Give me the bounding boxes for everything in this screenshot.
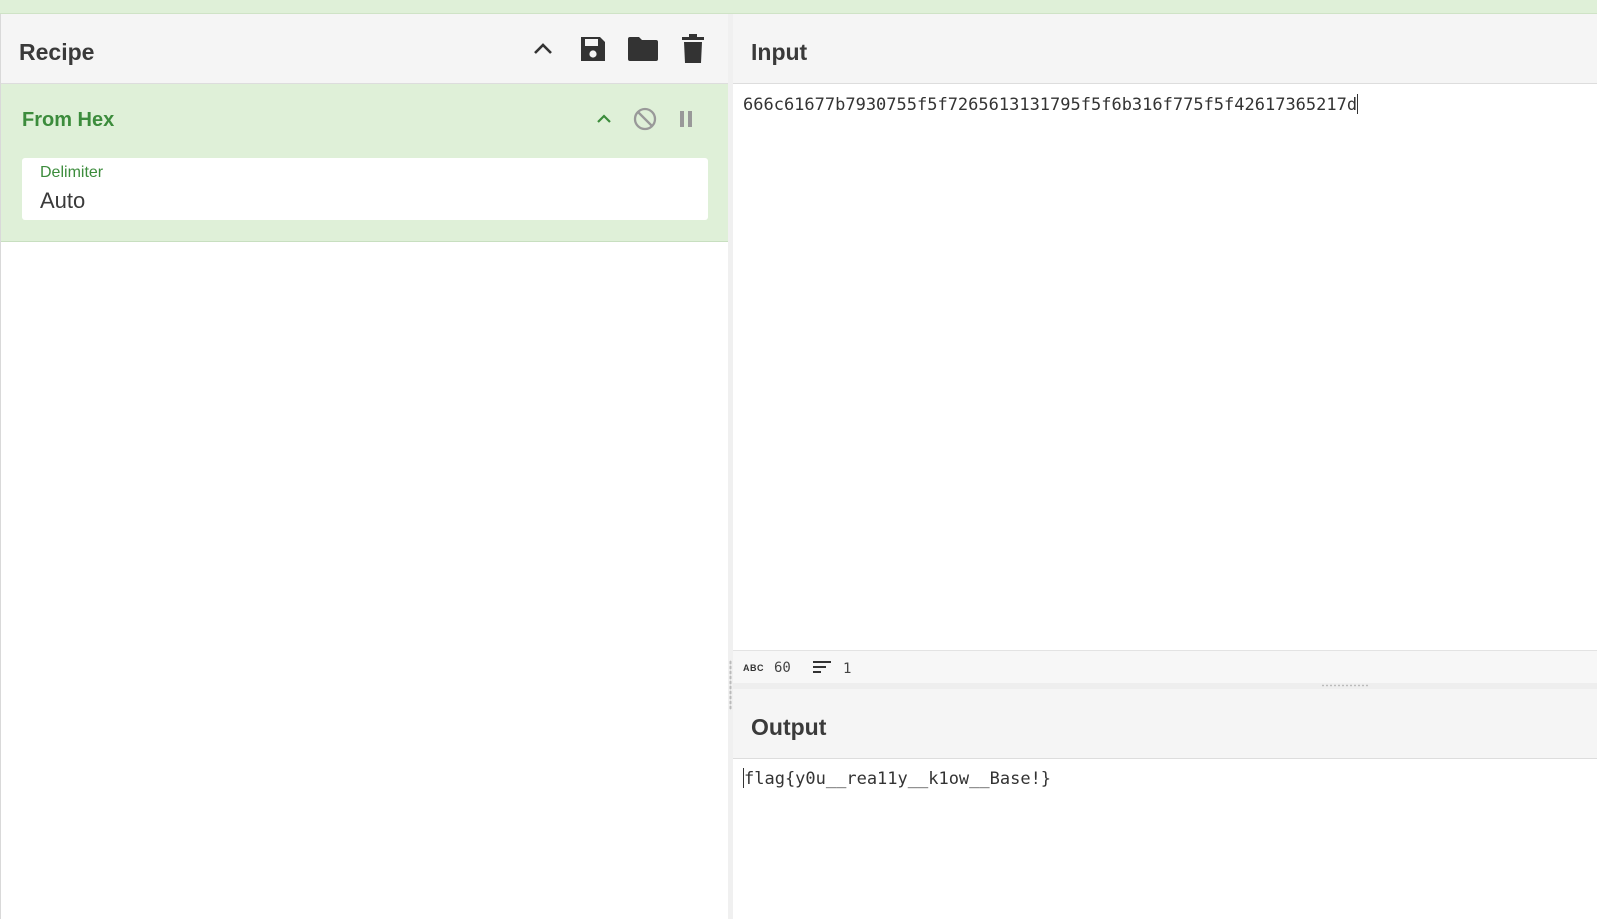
input-textarea[interactable]: 666c61677b7930755f5f7265613131795f5f6b31… xyxy=(743,94,1359,115)
delimiter-field[interactable]: Delimiter Auto xyxy=(22,158,708,220)
line-count: 1 xyxy=(813,660,851,678)
char-count: ABC 60 xyxy=(743,660,791,676)
text-caret xyxy=(1357,94,1359,114)
save-icon[interactable] xyxy=(577,33,609,65)
chevron-up-icon[interactable] xyxy=(527,33,559,65)
recipe-header: Recipe xyxy=(1,14,728,84)
delimiter-value[interactable]: Auto xyxy=(40,188,85,214)
input-title: Input xyxy=(751,39,808,65)
disable-icon[interactable] xyxy=(630,104,660,134)
folder-icon[interactable] xyxy=(627,33,659,65)
lines-icon xyxy=(813,660,831,678)
divider-handle[interactable] xyxy=(729,660,732,710)
char-count-value: 60 xyxy=(774,660,791,676)
io-divider-handle[interactable] xyxy=(1321,684,1369,687)
pause-icon[interactable] xyxy=(671,104,701,134)
output-textarea[interactable]: flag{y0u__rea11y__k1ow__Base!} xyxy=(743,768,1051,789)
input-status-bar: ABC 60 1 xyxy=(733,650,1597,685)
top-banner xyxy=(0,0,1597,14)
output-title: Output xyxy=(751,714,827,740)
input-pane: Input 666c61677b7930755f5f7265613131795f… xyxy=(733,14,1597,685)
chevron-up-icon[interactable] xyxy=(589,104,619,134)
delimiter-label: Delimiter xyxy=(40,164,104,181)
line-count-value: 1 xyxy=(843,661,852,677)
input-text: 666c61677b7930755f5f7265613131795f5f6b31… xyxy=(743,95,1358,115)
output-text: flag{y0u__rea11y__k1ow__Base!} xyxy=(744,769,1052,789)
recipe-title: Recipe xyxy=(19,39,95,65)
operation-from-hex[interactable]: From Hex Delimiter Auto xyxy=(1,84,728,242)
output-header: Output xyxy=(733,689,1597,759)
input-header: Input xyxy=(733,14,1597,84)
recipe-pane: Recipe From Hex Delimiter Auto xyxy=(0,14,729,919)
output-pane: Output flag{y0u__rea11y__k1ow__Base!} xyxy=(733,689,1597,919)
operation-title: From Hex xyxy=(22,109,115,131)
abc-icon: ABC xyxy=(743,663,764,673)
trash-icon[interactable] xyxy=(677,33,709,65)
